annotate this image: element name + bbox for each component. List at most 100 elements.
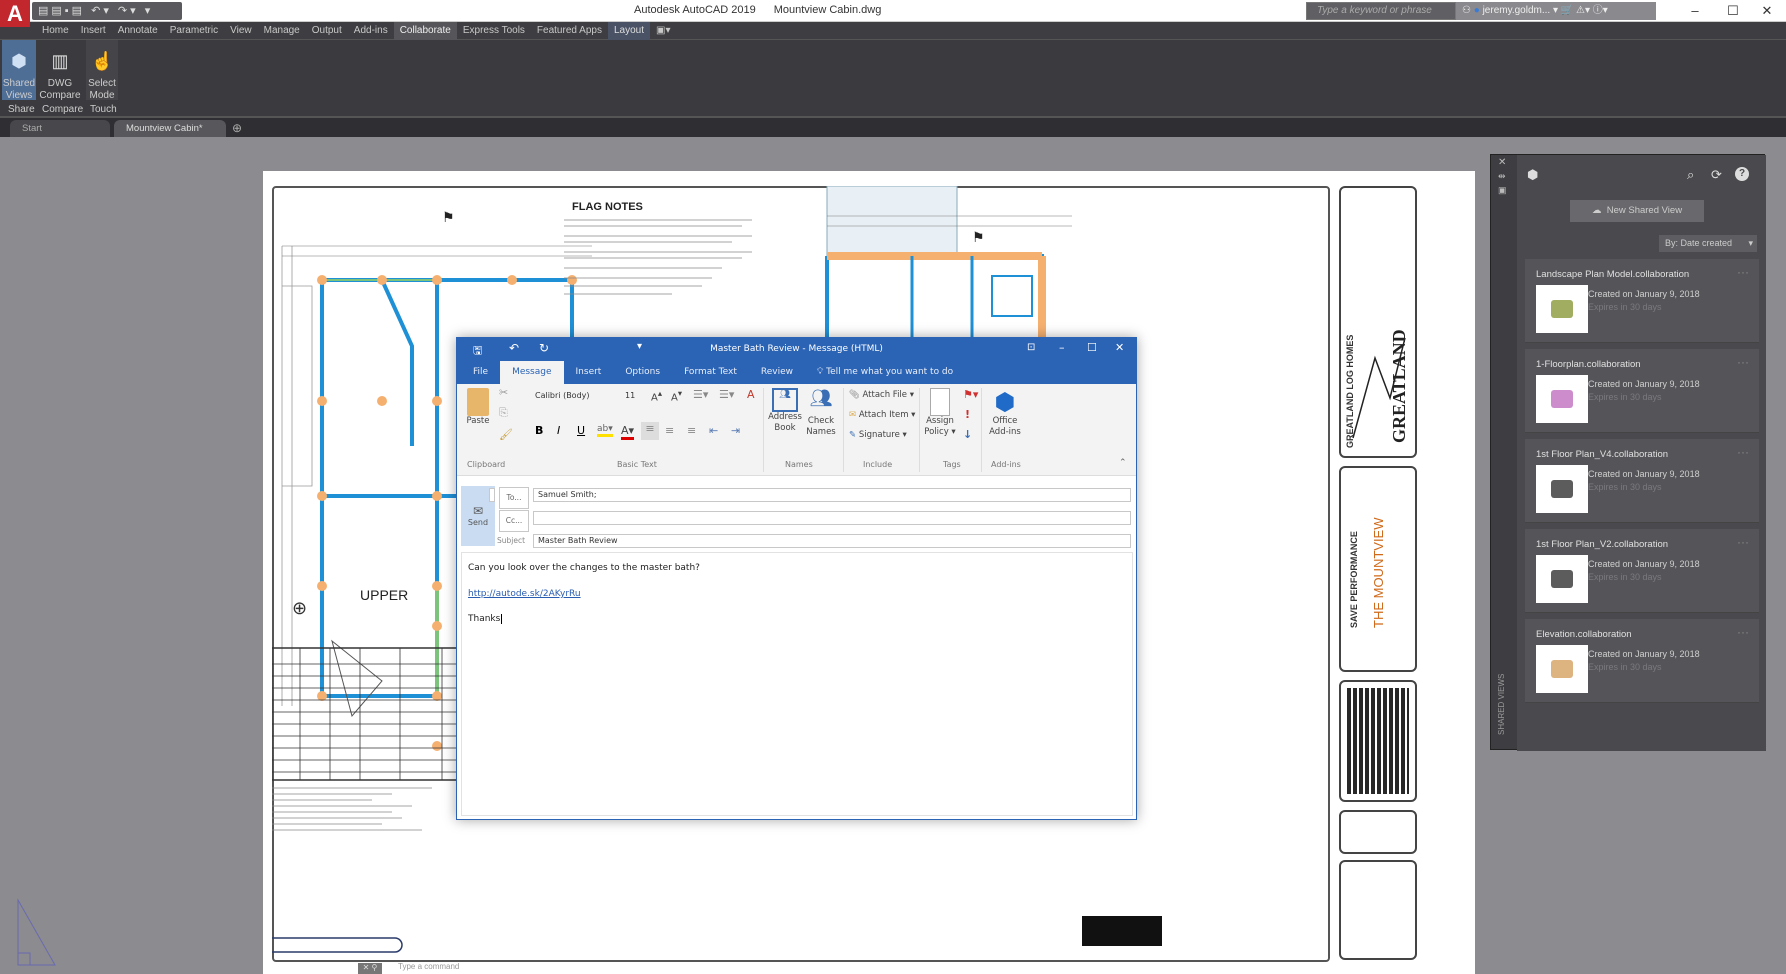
bullets-icon[interactable]: ☰▾: [693, 388, 708, 401]
shared-view-thumbnail[interactable]: [1536, 465, 1588, 513]
font-size-select[interactable]: 11: [621, 390, 647, 404]
cc-button[interactable]: Cc...: [499, 510, 529, 532]
to-field[interactable]: Samuel Smith;: [533, 488, 1131, 502]
shared-view-name[interactable]: 1st Floor Plan_V4.collaboration: [1536, 449, 1668, 460]
command-line-close-icon[interactable]: ✕ ⚲: [358, 963, 382, 974]
shared-view-thumbnail[interactable]: [1536, 555, 1588, 603]
tab-home[interactable]: Home: [36, 22, 75, 40]
doc-tab-start[interactable]: Start: [10, 120, 110, 137]
quick-access-toolbar[interactable]: ▤▤▪▤ ↶▾ ↷▾ ▾: [32, 2, 182, 20]
more-options-icon[interactable]: ···: [1737, 445, 1749, 459]
decrease-indent-icon[interactable]: ⇤: [709, 424, 718, 437]
search-icon[interactable]: ⌕: [1687, 167, 1694, 183]
cut-icon[interactable]: ✂: [499, 386, 508, 399]
tab-add-ins[interactable]: Add-ins: [348, 22, 394, 40]
shrink-font-icon[interactable]: A▾: [671, 388, 682, 403]
outlook-minimize-button[interactable]: –: [1059, 341, 1065, 354]
shared-view-thumbnail[interactable]: [1536, 375, 1588, 423]
outlook-tab-options[interactable]: Options: [613, 361, 672, 384]
shared-view-card[interactable]: 1st Floor Plan_V2.collaboration ··· Crea…: [1525, 529, 1759, 613]
more-options-icon[interactable]: ···: [1737, 355, 1749, 369]
shared-view-name[interactable]: 1-Floorplan.collaboration: [1536, 359, 1641, 370]
sort-dropdown[interactable]: By: Date created ▾: [1659, 235, 1757, 252]
assign-policy-button[interactable]: Assign Policy ▾: [923, 388, 957, 438]
outlook-tab-review[interactable]: Review: [749, 361, 805, 384]
select-mode-button[interactable]: ☝ Select Mode: [86, 40, 118, 101]
minimize-button[interactable]: –: [1680, 2, 1710, 20]
increase-indent-icon[interactable]: ⇥: [731, 424, 740, 437]
attach-file-button[interactable]: 📎︎ Attach File ▾: [849, 390, 914, 401]
ribbon-display-options-icon[interactable]: ⊡: [1027, 342, 1035, 353]
font-color-icon[interactable]: A▾: [621, 424, 635, 440]
outlook-tab-format-text[interactable]: Format Text: [672, 361, 749, 384]
help-icon[interactable]: ?: [1735, 167, 1749, 181]
tab-view[interactable]: View: [224, 22, 258, 40]
cc-field[interactable]: [533, 511, 1131, 525]
outlook-tab-file[interactable]: File: [461, 361, 500, 384]
tab-annotate[interactable]: Annotate: [112, 22, 164, 40]
collapse-ribbon-icon[interactable]: ⌃: [1119, 458, 1127, 468]
align-left-icon[interactable]: ≡: [641, 422, 659, 440]
dwg-compare-button[interactable]: ▥ DWG Compare: [38, 40, 82, 101]
user-name[interactable]: jeremy.goldm...: [1483, 5, 1551, 16]
office-add-ins-button[interactable]: ⬢ Office Add-ins: [985, 388, 1025, 438]
message-body[interactable]: Can you look over the changes to the mas…: [461, 552, 1133, 816]
user-account-bar[interactable]: ⚇ ● jeremy.goldm... ▾ 🛒 ⚠▾ ⓘ▾: [1456, 2, 1656, 20]
italic-button[interactable]: I: [557, 424, 560, 437]
outlook-tab-insert[interactable]: Insert: [564, 361, 614, 384]
attach-item-button[interactable]: ✉ Attach Item ▾: [849, 410, 915, 421]
align-right-icon[interactable]: ≡: [687, 424, 696, 437]
paste-button[interactable]: Paste: [463, 388, 493, 427]
shared-view-thumbnail[interactable]: [1536, 645, 1588, 693]
tab-insert[interactable]: Insert: [75, 22, 112, 40]
doc-tab-mountview-cabin[interactable]: Mountview Cabin*: [114, 120, 226, 137]
shared-view-card[interactable]: Elevation.collaboration ··· Created on J…: [1525, 619, 1759, 703]
high-importance-icon[interactable]: !: [965, 408, 970, 421]
maximize-button[interactable]: ☐: [1718, 2, 1748, 20]
new-tab-button[interactable]: ⊕: [232, 121, 242, 135]
more-options-icon[interactable]: ···: [1737, 625, 1749, 639]
outlook-tab-message[interactable]: Message: [500, 361, 564, 384]
more-options-icon[interactable]: ···: [1737, 265, 1749, 279]
ribbon-options-icon[interactable]: ▣▾: [650, 22, 676, 40]
check-names-button[interactable]: 👥︎ Check Names: [803, 388, 839, 438]
palette-close-icon[interactable]: ✕: [1498, 157, 1506, 168]
tab-layout[interactable]: Layout: [607, 22, 650, 40]
help-icon[interactable]: ⓘ: [1593, 5, 1603, 16]
tab-output[interactable]: Output: [306, 22, 348, 40]
more-options-icon[interactable]: ···: [1737, 535, 1749, 549]
shared-view-link[interactable]: http://autode.sk/2AKyrRu: [468, 589, 581, 599]
tab-express-tools[interactable]: Express Tools: [457, 22, 531, 40]
refresh-icon[interactable]: ⟳: [1711, 167, 1722, 183]
copy-icon[interactable]: ⎘: [499, 406, 508, 420]
close-button[interactable]: ✕: [1752, 2, 1782, 20]
font-name-select[interactable]: Calibri (Body): [531, 390, 619, 404]
highlight-icon[interactable]: ab▾: [597, 424, 613, 437]
grow-font-icon[interactable]: A▴: [651, 388, 662, 403]
clear-formatting-icon[interactable]: A: [747, 388, 755, 401]
address-book-button[interactable]: 👥︎ Address Book: [767, 388, 803, 434]
shared-view-card[interactable]: Landscape Plan Model.collaboration ··· C…: [1525, 259, 1759, 343]
tab-featured-apps[interactable]: Featured Apps: [531, 22, 608, 40]
new-shared-view-button[interactable]: ☁ New Shared View: [1570, 200, 1704, 222]
signature-button[interactable]: ✎ Signature ▾: [849, 430, 907, 441]
command-line[interactable]: ✕ ⚲ Type a command: [358, 962, 758, 974]
shared-views-button[interactable]: ⬢ Shared Views: [2, 40, 36, 101]
subject-field[interactable]: Master Bath Review: [533, 534, 1131, 548]
to-button[interactable]: To...: [499, 487, 529, 509]
help-search-input[interactable]: Type a keyword or phrase: [1306, 2, 1456, 20]
shared-view-name[interactable]: Landscape Plan Model.collaboration: [1536, 269, 1689, 280]
shared-view-thumbnail[interactable]: [1536, 285, 1588, 333]
format-painter-icon[interactable]: 🖌︎: [499, 428, 513, 441]
tab-parametric[interactable]: Parametric: [164, 22, 224, 40]
tab-collaborate[interactable]: Collaborate: [393, 22, 457, 40]
shared-view-name[interactable]: Elevation.collaboration: [1536, 629, 1632, 640]
outlook-close-button[interactable]: ✕: [1115, 341, 1124, 354]
palette-properties-icon[interactable]: ▣: [1498, 185, 1507, 196]
palette-autohide-icon[interactable]: ⇹: [1498, 171, 1506, 182]
align-center-icon[interactable]: ≡: [665, 424, 674, 437]
follow-up-flag-icon[interactable]: ⚑▾: [963, 388, 978, 401]
shared-view-card[interactable]: 1-Floorplan.collaboration ··· Created on…: [1525, 349, 1759, 433]
outlook-maximize-button[interactable]: ☐: [1087, 341, 1097, 354]
underline-button[interactable]: U: [577, 424, 585, 437]
